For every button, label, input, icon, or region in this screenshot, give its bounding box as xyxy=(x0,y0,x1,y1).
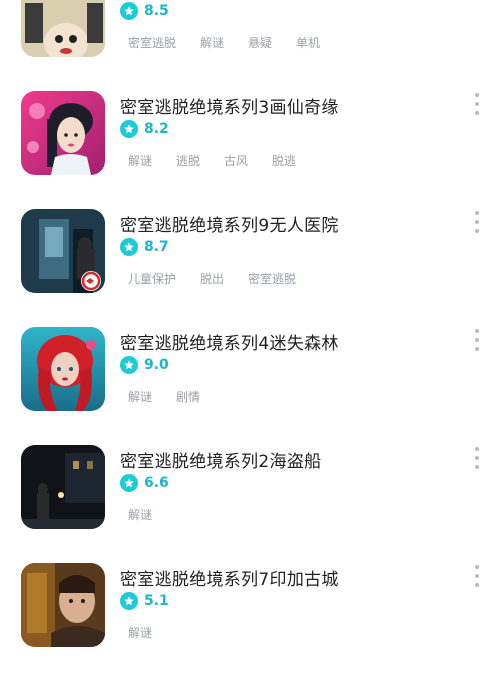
tag-list: 解谜 xyxy=(128,624,176,641)
star-icon xyxy=(120,356,138,374)
game-thumbnail-art xyxy=(21,445,105,529)
game-thumbnail[interactable] xyxy=(21,563,105,647)
game-title[interactable]: 密室逃脱绝境系列4迷失森林 xyxy=(120,329,339,354)
star-icon xyxy=(120,474,138,492)
rating: 9.0 xyxy=(120,356,169,374)
tag[interactable]: 解谜 xyxy=(128,624,152,641)
tag[interactable]: 剧情 xyxy=(176,388,200,405)
rating-score: 5.1 xyxy=(144,593,169,609)
game-title[interactable]: 密室逃脱绝境系列7印加古城 xyxy=(120,565,339,590)
game-thumbnail-art xyxy=(21,327,105,411)
tag[interactable]: 单机 xyxy=(296,34,320,51)
game-list-item[interactable]: 密室逃脱绝境系列4迷失森林 9.0 解谜 剧情 xyxy=(0,327,500,445)
rating: 8.2 xyxy=(120,120,169,138)
game-title[interactable]: 密室逃脱绝境系列3画仙奇缘 xyxy=(120,93,339,118)
tag[interactable]: 解谜 xyxy=(128,388,152,405)
tag[interactable]: 儿童保护 xyxy=(128,270,176,287)
game-thumbnail-art xyxy=(21,91,105,175)
game-thumbnail[interactable] xyxy=(21,327,105,411)
more-vertical-icon[interactable] xyxy=(470,565,484,587)
star-icon xyxy=(120,120,138,138)
rating: 5.1 xyxy=(120,592,169,610)
star-icon xyxy=(120,238,138,256)
star-icon xyxy=(120,2,138,20)
game-thumbnail[interactable] xyxy=(21,209,105,293)
tag[interactable]: 悬疑 xyxy=(248,34,272,51)
rating: 8.7 xyxy=(120,238,169,256)
tag[interactable]: 脱逃 xyxy=(272,152,296,169)
tag-list: 解谜 逃脱 古风 脱逃 xyxy=(128,152,320,169)
tag-list: 密室逃脱 解谜 悬疑 单机 xyxy=(128,34,344,51)
game-list-item[interactable]: 密室逃脱绝境系列9无人医院 8.7 儿童保护 脱出 密室逃脱 xyxy=(0,209,500,327)
star-icon xyxy=(120,592,138,610)
tag[interactable]: 古风 xyxy=(224,152,248,169)
more-vertical-icon[interactable] xyxy=(470,93,484,115)
rating-score: 8.2 xyxy=(144,121,169,137)
rating-score: 8.7 xyxy=(144,239,169,255)
tag[interactable]: 逃脱 xyxy=(176,152,200,169)
game-thumbnail-art xyxy=(21,0,105,57)
game-list-item[interactable]: 密室逃脱绝境系列3画仙奇缘 8.2 解谜 逃脱 古风 脱逃 xyxy=(0,91,500,209)
game-title[interactable]: 密室逃脱绝境系列2海盗船 xyxy=(120,447,321,472)
tag[interactable]: 解谜 xyxy=(128,506,152,523)
rating: 8.5 xyxy=(120,2,169,20)
game-thumbnail-art xyxy=(21,209,105,293)
game-list-item[interactable]: 8.5 密室逃脱 解谜 悬疑 单机 xyxy=(0,0,500,91)
tag-list: 解谜 xyxy=(128,506,176,523)
more-vertical-icon[interactable] xyxy=(470,211,484,233)
game-list-item[interactable]: 密室逃脱绝境系列7印加古城 5.1 解谜 xyxy=(0,563,500,681)
rating-score: 6.6 xyxy=(144,475,169,491)
more-vertical-icon[interactable] xyxy=(470,447,484,469)
tag[interactable]: 密室逃脱 xyxy=(248,270,296,287)
tag-list: 儿童保护 脱出 密室逃脱 xyxy=(128,270,320,287)
rating-score: 9.0 xyxy=(144,357,169,373)
tag-list: 解谜 剧情 xyxy=(128,388,224,405)
game-thumbnail[interactable] xyxy=(21,91,105,175)
game-title[interactable]: 密室逃脱绝境系列9无人医院 xyxy=(120,211,339,236)
game-thumbnail[interactable] xyxy=(21,445,105,529)
game-thumbnail-art xyxy=(21,563,105,647)
game-list-item[interactable]: 密室逃脱绝境系列2海盗船 6.6 解谜 xyxy=(0,445,500,563)
tag[interactable]: 解谜 xyxy=(128,152,152,169)
game-thumbnail[interactable] xyxy=(21,0,105,57)
tag[interactable]: 脱出 xyxy=(200,270,224,287)
tag[interactable]: 解谜 xyxy=(200,34,224,51)
rating: 6.6 xyxy=(120,474,169,492)
tag[interactable]: 密室逃脱 xyxy=(128,34,176,51)
rating-score: 8.5 xyxy=(144,3,169,19)
more-vertical-icon[interactable] xyxy=(470,329,484,351)
